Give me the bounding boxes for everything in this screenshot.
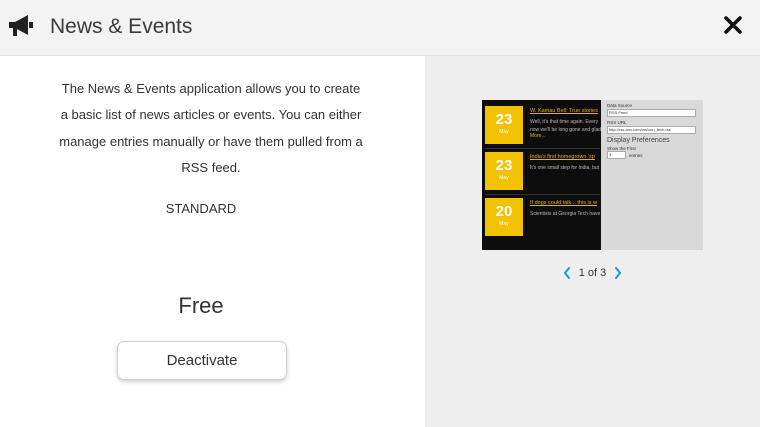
chevron-right-icon[interactable] bbox=[613, 266, 623, 280]
news-headline: India's first homegrown 'sp bbox=[530, 154, 595, 160]
settings-pane: Data Source RSS Feed RSS URL http://rss.… bbox=[601, 100, 703, 250]
app-price: Free bbox=[178, 293, 224, 318]
date-tile: 23 May bbox=[485, 152, 523, 190]
deactivate-button[interactable]: Deactivate bbox=[117, 341, 287, 380]
data-source-label: Data Source bbox=[607, 103, 633, 108]
news-snippet: It's one small step for India, but bbox=[530, 165, 600, 171]
news-item: 20 May If dogs could talk... this is w S… bbox=[485, 198, 601, 236]
date-tile: 20 May bbox=[485, 198, 523, 236]
app-title: News & Events bbox=[50, 15, 193, 38]
date-month: May bbox=[499, 221, 509, 227]
app-description: The News & Events application allows you… bbox=[59, 81, 363, 176]
screenshot-panel: 23 May W. Kamau Bell: True stories Well,… bbox=[425, 56, 760, 427]
page-indicator: 1 of 3 bbox=[578, 267, 607, 280]
news-item: 23 May India's first homegrown 'sp It's … bbox=[485, 152, 601, 190]
news-snippet: Well, it's that time again. Every now we… bbox=[530, 119, 602, 133]
date-day: 23 bbox=[495, 157, 513, 174]
date-day: 20 bbox=[495, 203, 513, 220]
display-preferences-heading: Display Preferences bbox=[607, 137, 670, 144]
megaphone-icon bbox=[9, 15, 33, 36]
date-month: May bbox=[499, 129, 509, 135]
news-item: 23 May W. Kamau Bell: True stories Well,… bbox=[485, 106, 601, 144]
date-day: 23 bbox=[495, 111, 513, 128]
show-first-field: 3 bbox=[607, 151, 626, 159]
data-source-select: RSS Feed bbox=[607, 109, 696, 117]
divider bbox=[485, 194, 600, 195]
rss-url-field: http://rss.cnn.com/rss/cnn_tech.rss bbox=[607, 126, 696, 134]
rss-url-label: RSS URL bbox=[607, 120, 627, 125]
screenshot-pager: 1 of 3 bbox=[425, 264, 760, 282]
more-link: More... bbox=[530, 133, 546, 139]
modal-header: News & Events bbox=[0, 0, 760, 56]
news-headline: W. Kamau Bell: True stories bbox=[530, 108, 598, 114]
divider bbox=[485, 148, 600, 149]
date-month: May bbox=[499, 175, 509, 181]
app-details-panel: The News & Events application allows you… bbox=[0, 56, 424, 427]
date-tile: 23 May bbox=[485, 106, 523, 144]
news-snippet: Scientists at Georgia Tech have bbox=[530, 211, 601, 217]
plan-tier: STANDARD bbox=[165, 201, 237, 216]
chevron-left-icon[interactable] bbox=[562, 266, 572, 280]
entries-label: entries bbox=[629, 153, 643, 158]
close-icon[interactable] bbox=[722, 14, 744, 36]
news-headline: If dogs could talk... this is w bbox=[530, 200, 597, 206]
preview-screenshot[interactable]: 23 May W. Kamau Bell: True stories Well,… bbox=[482, 100, 703, 250]
